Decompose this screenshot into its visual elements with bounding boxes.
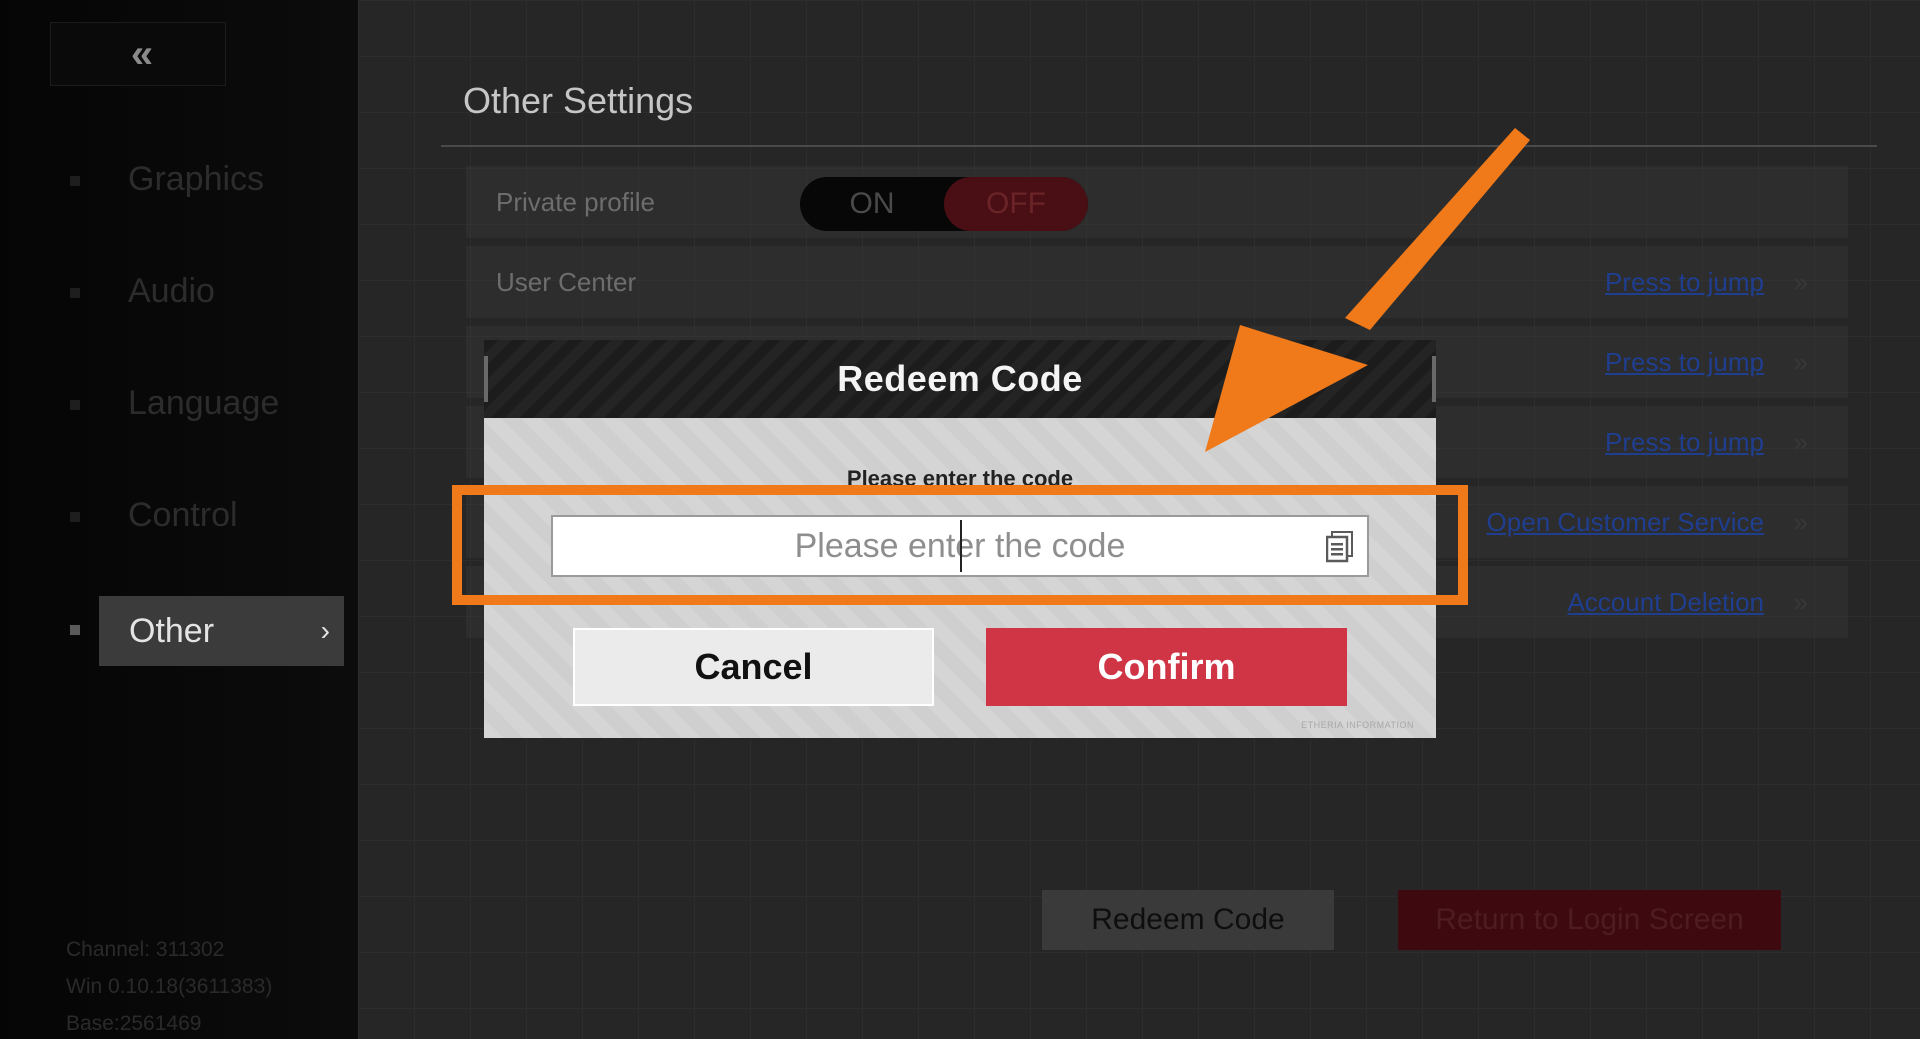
sidebar: « Graphics Audio Language Control Other … bbox=[0, 0, 358, 1039]
account-deletion-link[interactable]: Account Deletion bbox=[1567, 587, 1764, 618]
nav-bullet bbox=[70, 400, 80, 410]
sidebar-item-audio[interactable]: Audio bbox=[128, 272, 215, 311]
jump-link[interactable]: Press to jump bbox=[1605, 427, 1764, 458]
double-chevron-left-icon: « bbox=[130, 31, 153, 76]
chevron-right-icon: › bbox=[320, 615, 330, 646]
screen: « Graphics Audio Language Control Other … bbox=[0, 0, 1920, 1039]
page-title: Other Settings bbox=[463, 80, 694, 121]
annotation-highlight-box bbox=[452, 485, 1468, 605]
version-channel: Channel: 311302 bbox=[66, 938, 225, 961]
double-chevron-right-icon: » bbox=[1793, 426, 1808, 457]
return-to-login-button[interactable]: Return to Login Screen bbox=[1398, 890, 1781, 950]
row-label: Private profile bbox=[496, 186, 655, 217]
jump-link[interactable]: Press to jump bbox=[1605, 267, 1764, 298]
sidebar-item-language[interactable]: Language bbox=[128, 384, 279, 423]
customer-service-link[interactable]: Open Customer Service bbox=[1487, 507, 1764, 538]
header-edge bbox=[484, 356, 488, 402]
confirm-button[interactable]: Confirm bbox=[986, 628, 1347, 706]
title-divider bbox=[441, 145, 1877, 147]
row-user-center: User Center Press to jump » bbox=[466, 246, 1848, 318]
jump-link[interactable]: Press to jump bbox=[1605, 347, 1764, 378]
nav-bullet bbox=[70, 288, 80, 298]
private-profile-toggle[interactable]: ON OFF bbox=[800, 177, 1088, 231]
toggle-on-option[interactable]: ON bbox=[800, 177, 944, 231]
brand-watermark: ETHERIA INFORMATION bbox=[1301, 720, 1414, 730]
nav-bullet bbox=[70, 512, 80, 522]
double-chevron-right-icon: » bbox=[1793, 346, 1808, 377]
nav-bullet-active bbox=[70, 625, 80, 635]
sidebar-item-graphics[interactable]: Graphics bbox=[128, 160, 264, 199]
sidebar-item-label: Other bbox=[129, 611, 215, 650]
back-button[interactable]: « bbox=[50, 22, 226, 86]
row-private-profile: Private profile bbox=[466, 166, 1848, 238]
redeem-code-button[interactable]: Redeem Code bbox=[1042, 890, 1334, 950]
version-base: Base:2561469 bbox=[66, 1012, 202, 1035]
header-edge bbox=[1432, 356, 1436, 402]
double-chevron-right-icon: » bbox=[1793, 266, 1808, 297]
double-chevron-right-icon: » bbox=[1793, 506, 1808, 537]
sidebar-item-control[interactable]: Control bbox=[128, 496, 238, 535]
modal-title: Redeem Code bbox=[837, 358, 1083, 399]
nav-bullet bbox=[70, 176, 80, 186]
sidebar-item-other[interactable]: Other › bbox=[99, 596, 344, 666]
modal-header: Redeem Code bbox=[484, 340, 1436, 418]
toggle-off-option[interactable]: OFF bbox=[944, 177, 1088, 231]
version-build: Win 0.10.18(3611383) bbox=[66, 975, 273, 998]
double-chevron-right-icon: » bbox=[1793, 586, 1808, 617]
row-label: User Center bbox=[496, 266, 637, 297]
cancel-button[interactable]: Cancel bbox=[573, 628, 934, 706]
